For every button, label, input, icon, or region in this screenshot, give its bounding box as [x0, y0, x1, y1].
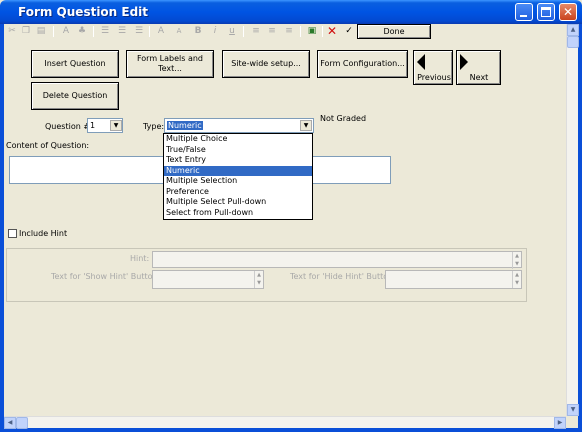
toolbar-separator: [53, 26, 54, 37]
type-option[interactable]: Multiple Select Pull-down: [164, 197, 312, 208]
spin-up-icon[interactable]: ▲: [255, 271, 263, 279]
toolbar-separator: [322, 26, 323, 37]
italic-icon[interactable]: i: [209, 25, 221, 38]
toolbar-separator: [93, 26, 94, 37]
maximize-button[interactable]: [537, 3, 555, 21]
chevron-down-icon[interactable]: ▼: [300, 120, 312, 131]
hide-hint-label: Text for 'Hide Hint' Button:: [290, 272, 396, 281]
bold-icon[interactable]: B: [192, 25, 204, 38]
show-hint-spinner[interactable]: ▲ ▼: [254, 271, 263, 288]
formatting-toolbar: ✂ ❐ ▤ A ♣ ☰ ☰ ☰ A A B i u ≡ ≡ ≡ ▣ ✕ ✓: [4, 24, 566, 40]
type-label: Type:: [143, 122, 165, 131]
hide-hint-spinner[interactable]: ▲ ▼: [512, 271, 521, 288]
minimize-button[interactable]: [515, 3, 533, 21]
spin-down-icon[interactable]: ▼: [255, 279, 263, 287]
next-label: Next: [469, 73, 489, 82]
delete-question-button[interactable]: Delete Question: [31, 82, 119, 110]
show-hint-label: Text for 'Show Hint' Button:: [51, 272, 161, 281]
done-button[interactable]: Done: [357, 24, 431, 39]
spellcheck-icon[interactable]: ✓: [343, 25, 355, 38]
font-decrease-icon[interactable]: A: [173, 25, 185, 38]
vertical-scroll-thumb[interactable]: [567, 36, 579, 48]
next-button[interactable]: Next: [456, 50, 501, 85]
horizontal-scroll-thumb[interactable]: [16, 417, 28, 429]
form-labels-button[interactable]: Form Labels and Text...: [126, 50, 214, 78]
toolbar-separator: [149, 26, 150, 37]
window-title: Form Question Edit: [18, 5, 149, 19]
chevron-down-icon[interactable]: ▼: [110, 120, 122, 131]
toolbar-separator: [300, 26, 301, 37]
font-icon[interactable]: A: [60, 25, 72, 38]
question-type-value: Numeric: [167, 121, 203, 130]
type-option[interactable]: Select from Pull-down: [164, 208, 312, 219]
grading-status: Not Graded: [320, 114, 367, 123]
type-option[interactable]: Multiple Choice: [164, 134, 312, 145]
insert-image-icon[interactable]: ▣: [306, 25, 318, 38]
delete-icon[interactable]: ✕: [326, 25, 338, 38]
previous-button[interactable]: Previous: [413, 50, 453, 85]
spin-up-icon[interactable]: ▲: [513, 252, 521, 260]
paste-icon[interactable]: ▤: [35, 25, 47, 38]
type-option-selected[interactable]: Numeric: [164, 165, 312, 176]
question-type-dropdown-list: Multiple Choice True/False Text Entry Nu…: [163, 133, 313, 220]
form-configuration-button[interactable]: Form Configuration...: [317, 50, 408, 78]
cut-icon[interactable]: ✂: [6, 25, 18, 38]
vertical-scrollbar[interactable]: ▲ ▼: [566, 24, 579, 416]
include-hint-label: Include Hint: [19, 229, 68, 238]
hint-input[interactable]: ▲ ▼: [152, 251, 522, 269]
minimize-icon: [520, 15, 527, 17]
question-number-value: 1: [90, 121, 96, 130]
outdent-icon[interactable]: ☰: [133, 25, 145, 38]
font-increase-icon[interactable]: A: [155, 25, 167, 38]
copy-icon[interactable]: ❐: [20, 25, 32, 38]
align-right-icon[interactable]: ≡: [283, 25, 295, 38]
toolbar-separator: [243, 26, 244, 37]
previous-label: Previous: [417, 73, 451, 82]
hint-label: Hint:: [130, 254, 150, 263]
close-button[interactable]: ✕: [559, 3, 577, 21]
hide-hint-input[interactable]: ▲ ▼: [385, 270, 522, 289]
window-frame-bottom: [0, 428, 582, 432]
horizontal-scrollbar[interactable]: ◀ ▶: [4, 416, 566, 429]
scroll-left-icon[interactable]: ◀: [4, 417, 16, 429]
type-option[interactable]: Text Entry: [164, 155, 312, 166]
type-option[interactable]: True/False: [164, 145, 312, 156]
align-center-icon[interactable]: ≡: [266, 25, 278, 38]
scroll-down-icon[interactable]: ▼: [567, 404, 579, 416]
spin-down-icon[interactable]: ▼: [513, 260, 521, 268]
insert-question-button[interactable]: Insert Question: [31, 50, 119, 78]
spin-up-icon[interactable]: ▲: [513, 271, 521, 279]
question-type-select[interactable]: Numeric ▼: [164, 118, 314, 133]
window-frame-left: [0, 24, 4, 432]
align-left-icon[interactable]: ≡: [250, 25, 262, 38]
hint-spinner[interactable]: ▲ ▼: [512, 252, 521, 269]
site-wide-setup-button[interactable]: Site-wide setup...: [222, 50, 310, 78]
color-icon[interactable]: ♣: [76, 25, 88, 38]
scroll-up-icon[interactable]: ▲: [567, 24, 579, 36]
underline-icon[interactable]: u: [226, 25, 238, 38]
close-icon: ✕: [562, 5, 574, 19]
next-arrow-icon: [460, 54, 468, 70]
content-of-question-label: Content of Question:: [6, 141, 90, 150]
window-frame-right: [578, 24, 582, 432]
type-option[interactable]: Preference: [164, 187, 312, 198]
maximize-icon: [541, 7, 551, 17]
type-option[interactable]: Multiple Selection: [164, 176, 312, 187]
show-hint-input[interactable]: ▲ ▼: [152, 270, 264, 289]
include-hint-checkbox[interactable]: [8, 229, 17, 238]
spin-down-icon[interactable]: ▼: [513, 279, 521, 287]
scroll-right-icon[interactable]: ▶: [554, 417, 566, 429]
question-number-select[interactable]: 1 ▼: [87, 118, 123, 133]
bullet-list-icon[interactable]: ☰: [99, 25, 111, 38]
question-number-label: Question #: [45, 122, 91, 131]
previous-arrow-icon: [417, 54, 425, 70]
numbered-list-icon[interactable]: ☰: [116, 25, 128, 38]
